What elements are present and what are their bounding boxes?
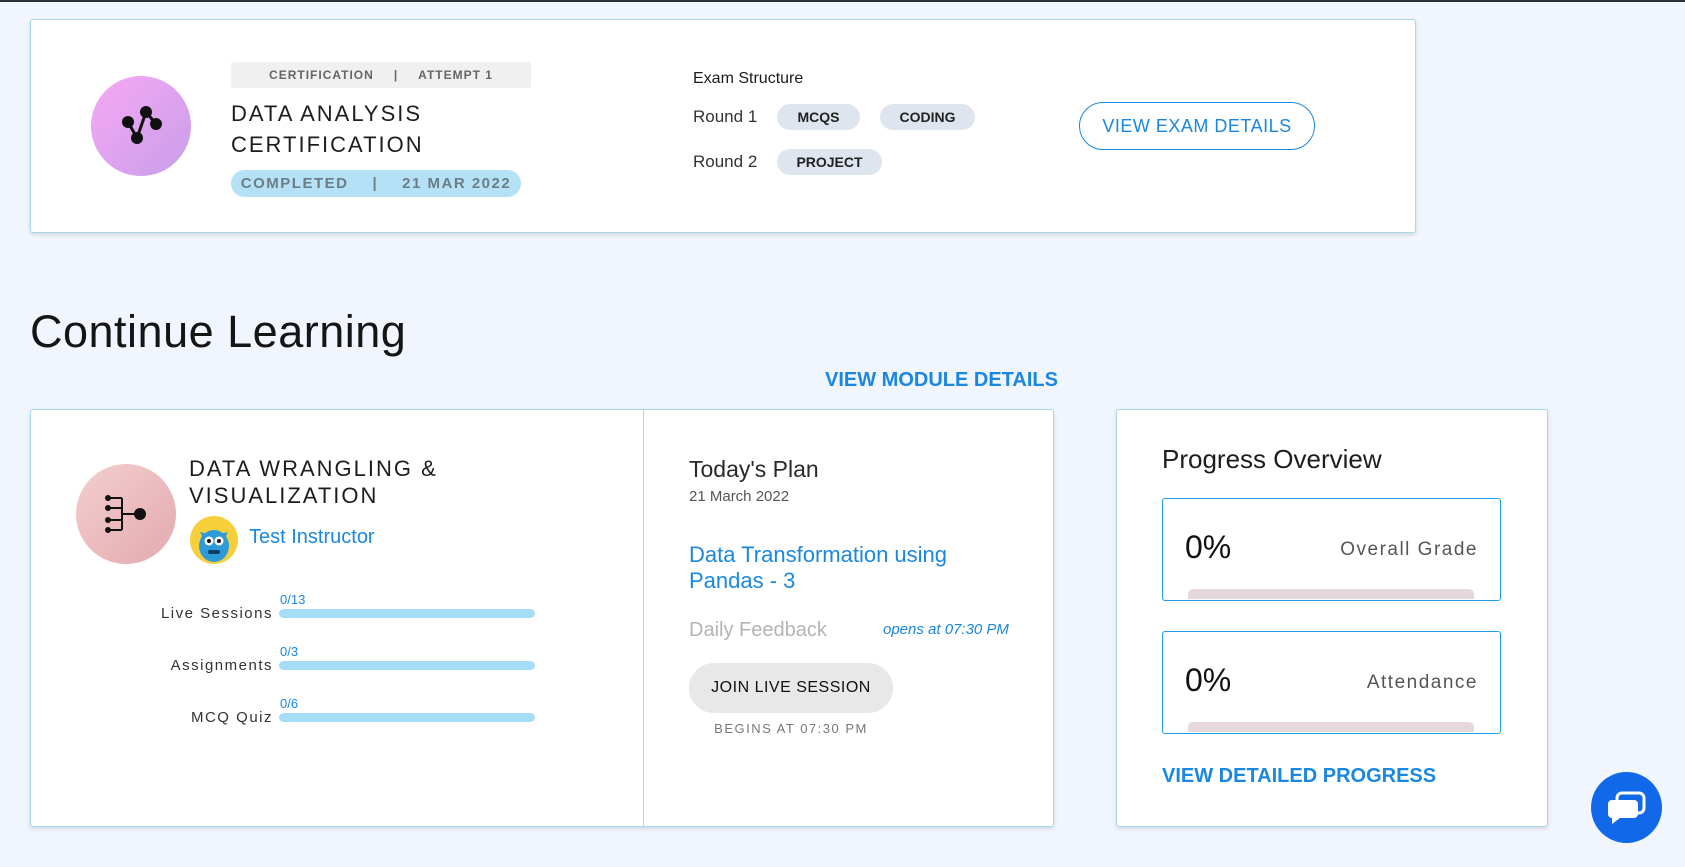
chat-button[interactable]	[1591, 772, 1662, 843]
overall-grade-box: 0% Overall Grade	[1162, 498, 1501, 601]
progress-overview-title: Progress Overview	[1162, 444, 1382, 474]
exam-structure-label: Exam Structure	[693, 70, 804, 87]
status-separator: |	[372, 175, 379, 192]
attendance-box: 0% Attendance	[1162, 631, 1501, 734]
attempt-label: ATTEMPT 1	[418, 68, 493, 82]
avatar	[190, 516, 238, 564]
view-detailed-progress-link[interactable]: VIEW DETAILED PROGRESS	[1162, 765, 1436, 788]
tree-branch-icon	[76, 464, 176, 564]
chip-project: PROJECT	[777, 149, 882, 175]
mcq-quiz-progress-bar	[279, 713, 535, 722]
overall-grade-label: Overall Grade	[1340, 539, 1478, 560]
todays-plan-title: Today's Plan	[689, 456, 819, 482]
module-title: DATA WRANGLING & VISUALIZATION	[189, 456, 438, 508]
attendance-label: Attendance	[1366, 672, 1478, 693]
tag-separator: |	[393, 68, 399, 82]
overall-grade-bar	[1188, 589, 1474, 599]
top-divider	[0, 0, 1685, 2]
progress-overview-card: Progress Overview 0% Overall Grade 0% At…	[1116, 409, 1548, 827]
session-begins-at: BEGINS AT 07:30 PM	[714, 721, 868, 736]
certification-title: DATA ANALYSIS CERTIFICATION	[231, 101, 424, 157]
round-2-label: Round 2	[693, 152, 758, 171]
stat-value-mcq-quiz: 0/6	[280, 696, 299, 711]
assignments-progress-bar	[279, 661, 535, 670]
stat-label-live-sessions: Live Sessions	[160, 605, 273, 622]
chip-mcqs: MCQS	[777, 104, 860, 130]
stat-label-assignments: Assignments	[170, 657, 273, 674]
certification-type-label: CERTIFICATION	[269, 68, 374, 82]
certification-card: CERTIFICATION | ATTEMPT 1 DATA ANALYSIS …	[30, 19, 1416, 233]
view-exam-details-button[interactable]: VIEW EXAM DETAILS	[1079, 102, 1315, 150]
daily-feedback-label: Daily Feedback	[689, 619, 827, 641]
stat-value-live-sessions: 0/13	[280, 592, 306, 607]
status-badge: COMPLETED | 21 MAR 2022	[231, 170, 521, 197]
round-1-label: Round 1	[693, 107, 758, 126]
card-divider	[643, 410, 644, 826]
instructor-link[interactable]: Test Instructor	[249, 526, 375, 549]
overall-grade-value: 0%	[1185, 529, 1232, 565]
attendance-value: 0%	[1185, 662, 1232, 698]
view-module-details-link[interactable]: VIEW MODULE DETAILS	[825, 369, 1058, 392]
session-topic-link[interactable]: Data Transformation using Pandas - 3	[689, 542, 989, 594]
stat-label-mcq-quiz: MCQ Quiz	[190, 709, 273, 726]
join-live-session-button[interactable]: JOIN LIVE SESSION	[689, 663, 893, 713]
stat-value-assignments: 0/3	[280, 644, 299, 659]
chip-coding: CODING	[880, 104, 975, 130]
module-card: DATA WRANGLING & VISUALIZATION Test Inst…	[30, 409, 1054, 827]
todays-plan-date: 21 March 2022	[689, 488, 790, 505]
completion-date: 21 MAR 2022	[402, 175, 512, 192]
status-label: COMPLETED	[240, 175, 349, 192]
continue-learning-heading: Continue Learning	[30, 306, 407, 357]
attendance-bar	[1188, 722, 1474, 732]
live-sessions-progress-bar	[279, 609, 535, 618]
attempt-tag: CERTIFICATION | ATTEMPT 1	[231, 62, 531, 88]
chat-bubble-icon	[1608, 791, 1646, 824]
feedback-opens-at: opens at 07:30 PM	[883, 621, 1009, 638]
graph-nodes-icon	[91, 76, 191, 176]
